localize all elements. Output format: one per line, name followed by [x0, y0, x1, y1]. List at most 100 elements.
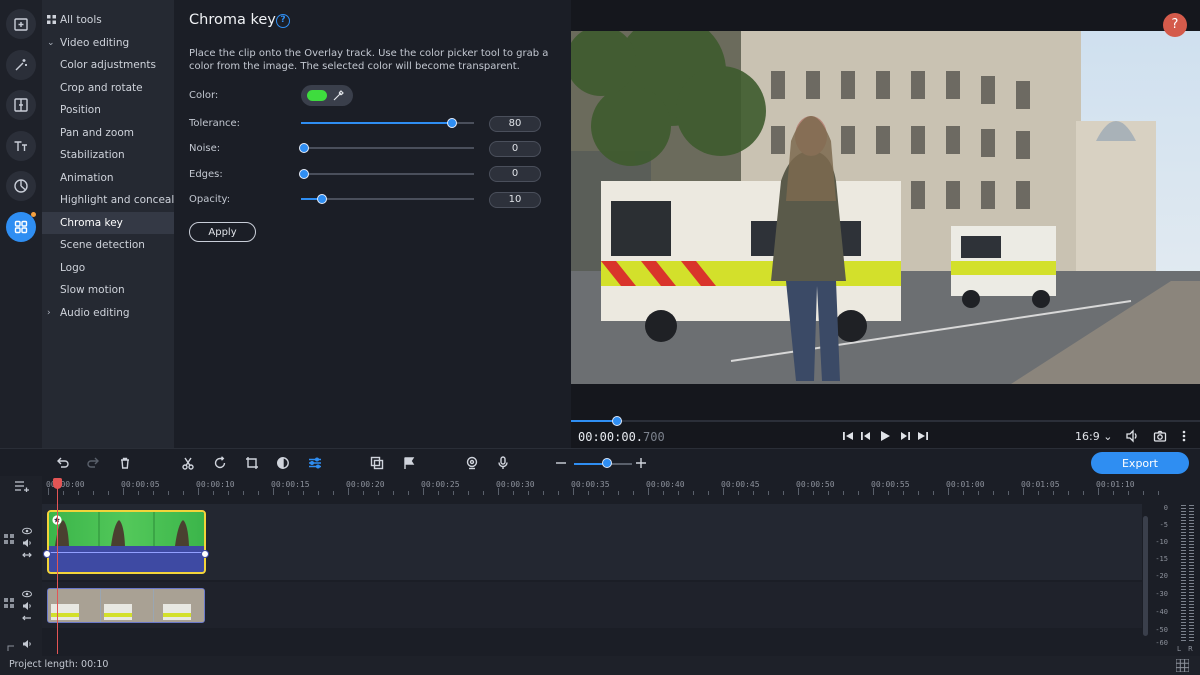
color-label: Color: [189, 90, 219, 101]
import-files-icon[interactable] [6, 9, 36, 39]
eye-icon[interactable] [22, 526, 32, 536]
audio-editing-group[interactable]: › Audio editing [42, 302, 174, 324]
color-adjust-icon[interactable] [276, 456, 290, 470]
arrow-left-icon[interactable] [22, 613, 32, 623]
preview-scrub-knob[interactable] [612, 416, 622, 426]
edges-value-field[interactable]: 0 [489, 166, 541, 182]
tool-item-logo[interactable]: Logo [42, 257, 174, 279]
tolerance-value-field[interactable]: 80 [489, 116, 541, 132]
tool-item-slow-motion[interactable]: Slow motion [42, 279, 174, 301]
ruler-tick [693, 491, 694, 495]
step-back-icon[interactable] [859, 429, 873, 443]
clip-fade-in-handle[interactable] [43, 550, 51, 558]
opacity-slider[interactable] [301, 193, 474, 205]
step-forward-icon[interactable] [898, 429, 912, 443]
timecode: 00:00:00.700 [578, 430, 665, 444]
aspect-ratio-select[interactable]: 16:9 ⌄ [1075, 430, 1112, 443]
stickers-icon[interactable] [6, 171, 36, 201]
clip-volume-line[interactable] [49, 552, 204, 553]
edges-slider[interactable] [299, 168, 474, 180]
grid-icon [47, 15, 56, 24]
help-button[interactable]: ? [1163, 13, 1187, 37]
slider-knob[interactable] [447, 118, 457, 128]
snapshot-camera-icon[interactable] [1153, 429, 1167, 443]
preview-video-frame[interactable] [571, 31, 1200, 384]
add-track-icon[interactable] [14, 480, 30, 492]
volume-icon[interactable] [1125, 429, 1139, 443]
street-video-clip[interactable] [47, 588, 205, 623]
tolerance-slider[interactable] [301, 117, 474, 129]
eye-icon[interactable] [22, 589, 32, 599]
undo-icon[interactable] [55, 456, 69, 470]
clip-thumbnail-strip [48, 589, 204, 622]
audio-track[interactable] [42, 630, 1142, 656]
video-editing-group[interactable]: ⌄ Video editing [42, 32, 174, 54]
layout-grid-icon[interactable] [1176, 659, 1189, 672]
color-picker-button[interactable] [301, 85, 353, 106]
microphone-icon[interactable] [496, 456, 510, 470]
export-button[interactable]: Export [1091, 452, 1189, 474]
magic-wand-icon[interactable] [6, 50, 36, 80]
timecode-main: 00:00:00. [578, 430, 644, 444]
overlay-icon[interactable] [370, 456, 384, 470]
skip-to-start-icon[interactable] [841, 429, 855, 443]
tool-item-position[interactable]: Position [42, 99, 174, 121]
all-tools-item[interactable]: All tools [42, 9, 174, 31]
split-scissors-icon[interactable] [181, 456, 195, 470]
skip-to-end-icon[interactable] [916, 429, 930, 443]
clip-thumbnail-strip [55, 512, 189, 546]
tool-item-scene-detection[interactable]: Scene detection [42, 234, 174, 256]
clip-fade-out-handle[interactable] [201, 550, 209, 558]
tool-item-pan-zoom[interactable]: Pan and zoom [42, 122, 174, 144]
tool-item-crop-rotate[interactable]: Crop and rotate [42, 77, 174, 99]
more-options-icon[interactable] [1177, 429, 1191, 443]
audio-speaker-icon[interactable] [22, 639, 32, 649]
ruler-tick [618, 491, 619, 495]
zoom-out-icon[interactable] [554, 456, 568, 470]
webcam-icon[interactable] [465, 456, 479, 470]
tool-item-highlight-conceal[interactable]: Highlight and conceal [42, 189, 174, 211]
video-track[interactable] [42, 582, 1142, 628]
preview-scrub-track[interactable] [571, 420, 1200, 422]
delete-icon[interactable] [118, 456, 132, 470]
green-screen-clip[interactable] [47, 510, 206, 574]
ruler-tick [828, 491, 829, 495]
transitions-icon[interactable] [6, 90, 36, 120]
playhead-handle[interactable] [53, 478, 62, 489]
timeline-vertical-scrollbar[interactable] [1143, 516, 1148, 636]
rotate-icon[interactable] [213, 456, 227, 470]
mute-speaker-icon[interactable] [22, 601, 32, 611]
slider-knob[interactable] [299, 169, 309, 179]
noise-slider[interactable] [299, 142, 474, 154]
slider-knob[interactable] [317, 194, 327, 204]
titles-icon[interactable] [6, 131, 36, 161]
zoom-slider-knob[interactable] [602, 458, 612, 468]
opacity-value-field[interactable]: 10 [489, 192, 541, 208]
clip-properties-icon[interactable] [308, 456, 322, 470]
noise-value-field[interactable]: 0 [489, 141, 541, 157]
slider-knob[interactable] [299, 143, 309, 153]
marker-flag-icon[interactable] [402, 456, 416, 470]
mute-speaker-icon[interactable] [22, 538, 32, 548]
help-icon[interactable]: ? [276, 14, 290, 28]
overlay-track-handle-icon[interactable] [4, 534, 14, 548]
ruler-tick-label: 00:01:10 [1096, 480, 1135, 489]
play-icon[interactable] [878, 429, 892, 443]
redo-icon[interactable] [87, 456, 101, 470]
tool-item-chroma-key[interactable]: Chroma key [42, 212, 174, 234]
ruler-tick [978, 491, 979, 495]
timeline-ruler[interactable]: 00:00:00 00:00:05 00:00:10 00:00:15 00:00:20… [42, 476, 1159, 496]
tool-item-animation[interactable]: Animation [42, 167, 174, 189]
tool-item-color-adjustments[interactable]: Color adjustments [42, 54, 174, 76]
link-icon[interactable] [22, 550, 32, 560]
ruler-tick [378, 491, 379, 495]
tool-item-stabilization[interactable]: Stabilization [42, 144, 174, 166]
apply-button[interactable]: Apply [189, 222, 256, 242]
zoom-in-icon[interactable] [634, 456, 648, 470]
audio-track-handle-icon[interactable] [6, 642, 16, 652]
crop-icon[interactable] [245, 456, 259, 470]
overlay-track[interactable] [42, 504, 1142, 580]
ruler-tick [1038, 491, 1039, 495]
ruler-tick [603, 491, 604, 495]
main-track-handle-icon[interactable] [4, 598, 14, 612]
